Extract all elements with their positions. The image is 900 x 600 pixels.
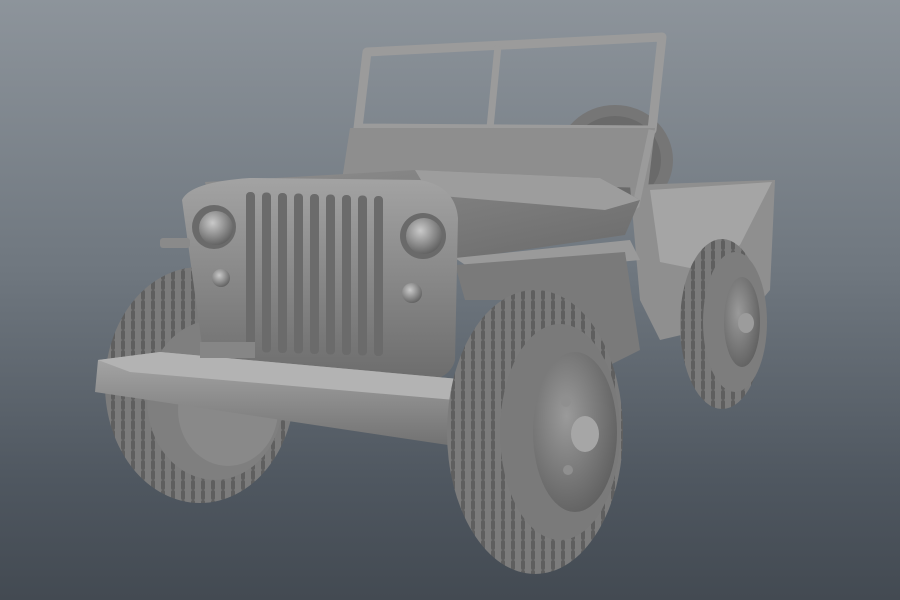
- grille-slot: [326, 194, 335, 355]
- jeep-icon: [95, 32, 775, 574]
- grille-slot: [342, 195, 351, 355]
- grille-slot: [374, 196, 383, 356]
- grille-slot: [294, 193, 303, 354]
- render-viewport: [0, 0, 900, 600]
- front-right-wheel: [447, 290, 623, 574]
- grille-slots: [246, 192, 383, 356]
- grille-slot: [278, 193, 287, 353]
- grille-slot: [358, 195, 367, 356]
- grille-slot: [310, 194, 319, 354]
- grille-slot: [262, 192, 271, 353]
- grille-slot: [246, 192, 255, 352]
